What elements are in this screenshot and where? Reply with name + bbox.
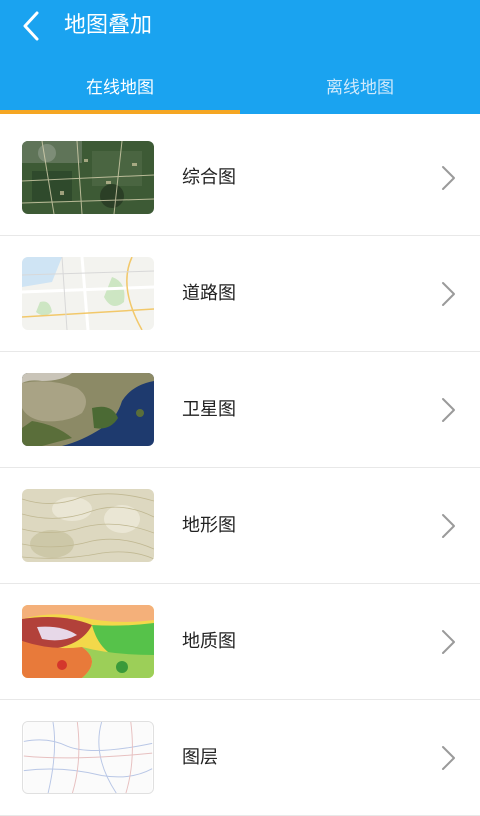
chevron-right-icon [442, 630, 455, 654]
chevron-right-icon [442, 166, 455, 190]
layer-map-thumbnail [22, 721, 154, 794]
chevron-right-icon [442, 398, 455, 422]
satellite-map-thumbnail [22, 373, 154, 446]
list-item-geology-map[interactable]: 地质图 [0, 584, 480, 700]
road-map-thumbnail [22, 257, 154, 330]
layer-list: 综合图 道路图 卫星图 地形图 地质图 图层 [0, 120, 480, 816]
chevron-right-icon [442, 514, 455, 538]
chevron-right-icon [442, 282, 455, 306]
list-item-satellite-map[interactable]: 卫星图 [0, 352, 480, 468]
list-item-layer-map[interactable]: 图层 [0, 700, 480, 816]
list-item-terrain-map[interactable]: 地形图 [0, 468, 480, 584]
page-title: 地图叠加 [64, 13, 153, 38]
composite-map-thumbnail [22, 141, 154, 214]
back-button[interactable] [14, 8, 50, 44]
chevron-right-icon [442, 746, 455, 770]
active-tab-indicator [0, 110, 240, 114]
tab-offline-map[interactable]: 离线地图 [240, 64, 480, 112]
terrain-map-thumbnail [22, 489, 154, 562]
layer-label: 地质图 [182, 631, 236, 652]
layer-label: 卫星图 [182, 399, 236, 420]
chevron-left-icon [23, 11, 39, 41]
tab-online-map[interactable]: 在线地图 [0, 64, 240, 112]
app-header: 地图叠加 在线地图 离线地图 [0, 0, 480, 114]
layer-label: 图层 [182, 747, 218, 768]
layer-label: 地形图 [182, 515, 236, 536]
geology-map-thumbnail [22, 605, 154, 678]
list-item-road-map[interactable]: 道路图 [0, 236, 480, 352]
list-item-composite-map[interactable]: 综合图 [0, 120, 480, 236]
layer-label: 道路图 [182, 283, 236, 304]
layer-label: 综合图 [182, 167, 236, 188]
